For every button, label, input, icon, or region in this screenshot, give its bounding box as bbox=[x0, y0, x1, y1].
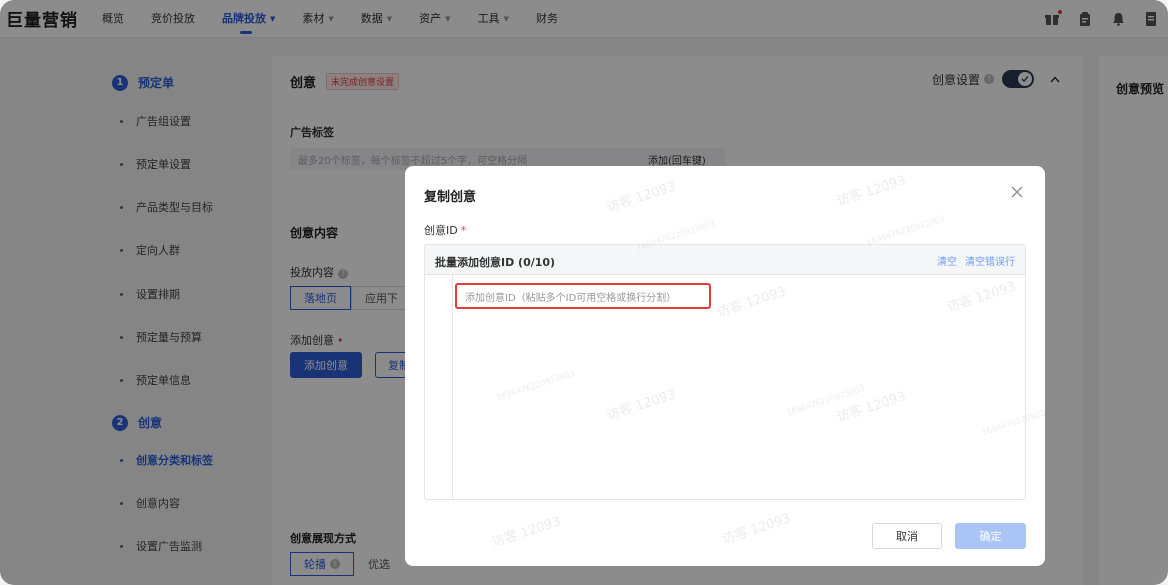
watermark-id: 1698476220923803 bbox=[865, 213, 946, 248]
clear-errors-link[interactable]: 清空错误行 bbox=[965, 253, 1015, 268]
modal-title: 复制创意 bbox=[424, 190, 477, 205]
cancel-button[interactable]: 取消 bbox=[872, 523, 942, 549]
copy-creative-modal: 复制创意 创意ID * 批量添加创意ID (0/10) 清空 清空错误行 添加创意… bbox=[405, 166, 1045, 566]
line-number-gutter bbox=[425, 275, 453, 499]
confirm-button[interactable]: 确定 bbox=[955, 523, 1026, 549]
app-window: 巨量营销 概览 竞价投放 品牌投放 ▼ 素材 ▼ 数据 ▼ 资产 ▼ 工具 ▼ 财务 bbox=[0, 0, 1168, 585]
close-icon[interactable] bbox=[1009, 184, 1025, 200]
creative-id-input[interactable]: 添加创意ID（粘贴多个ID可用空格或换行分割） bbox=[455, 283, 711, 309]
watermark: 访客 12093 bbox=[605, 179, 678, 216]
batch-title: 批量添加创意ID (0/10) bbox=[435, 256, 556, 269]
watermark: 访客 12093 bbox=[490, 514, 563, 551]
batch-header: 批量添加创意ID (0/10) 清空 清空错误行 bbox=[425, 245, 1025, 275]
watermark: 访客 12093 bbox=[835, 173, 908, 210]
batch-actions: 清空 清空错误行 bbox=[929, 253, 1015, 268]
clear-link[interactable]: 清空 bbox=[937, 253, 957, 268]
watermark: 访客 12093 bbox=[720, 511, 793, 548]
creative-id-label: 创意ID * bbox=[424, 224, 467, 237]
